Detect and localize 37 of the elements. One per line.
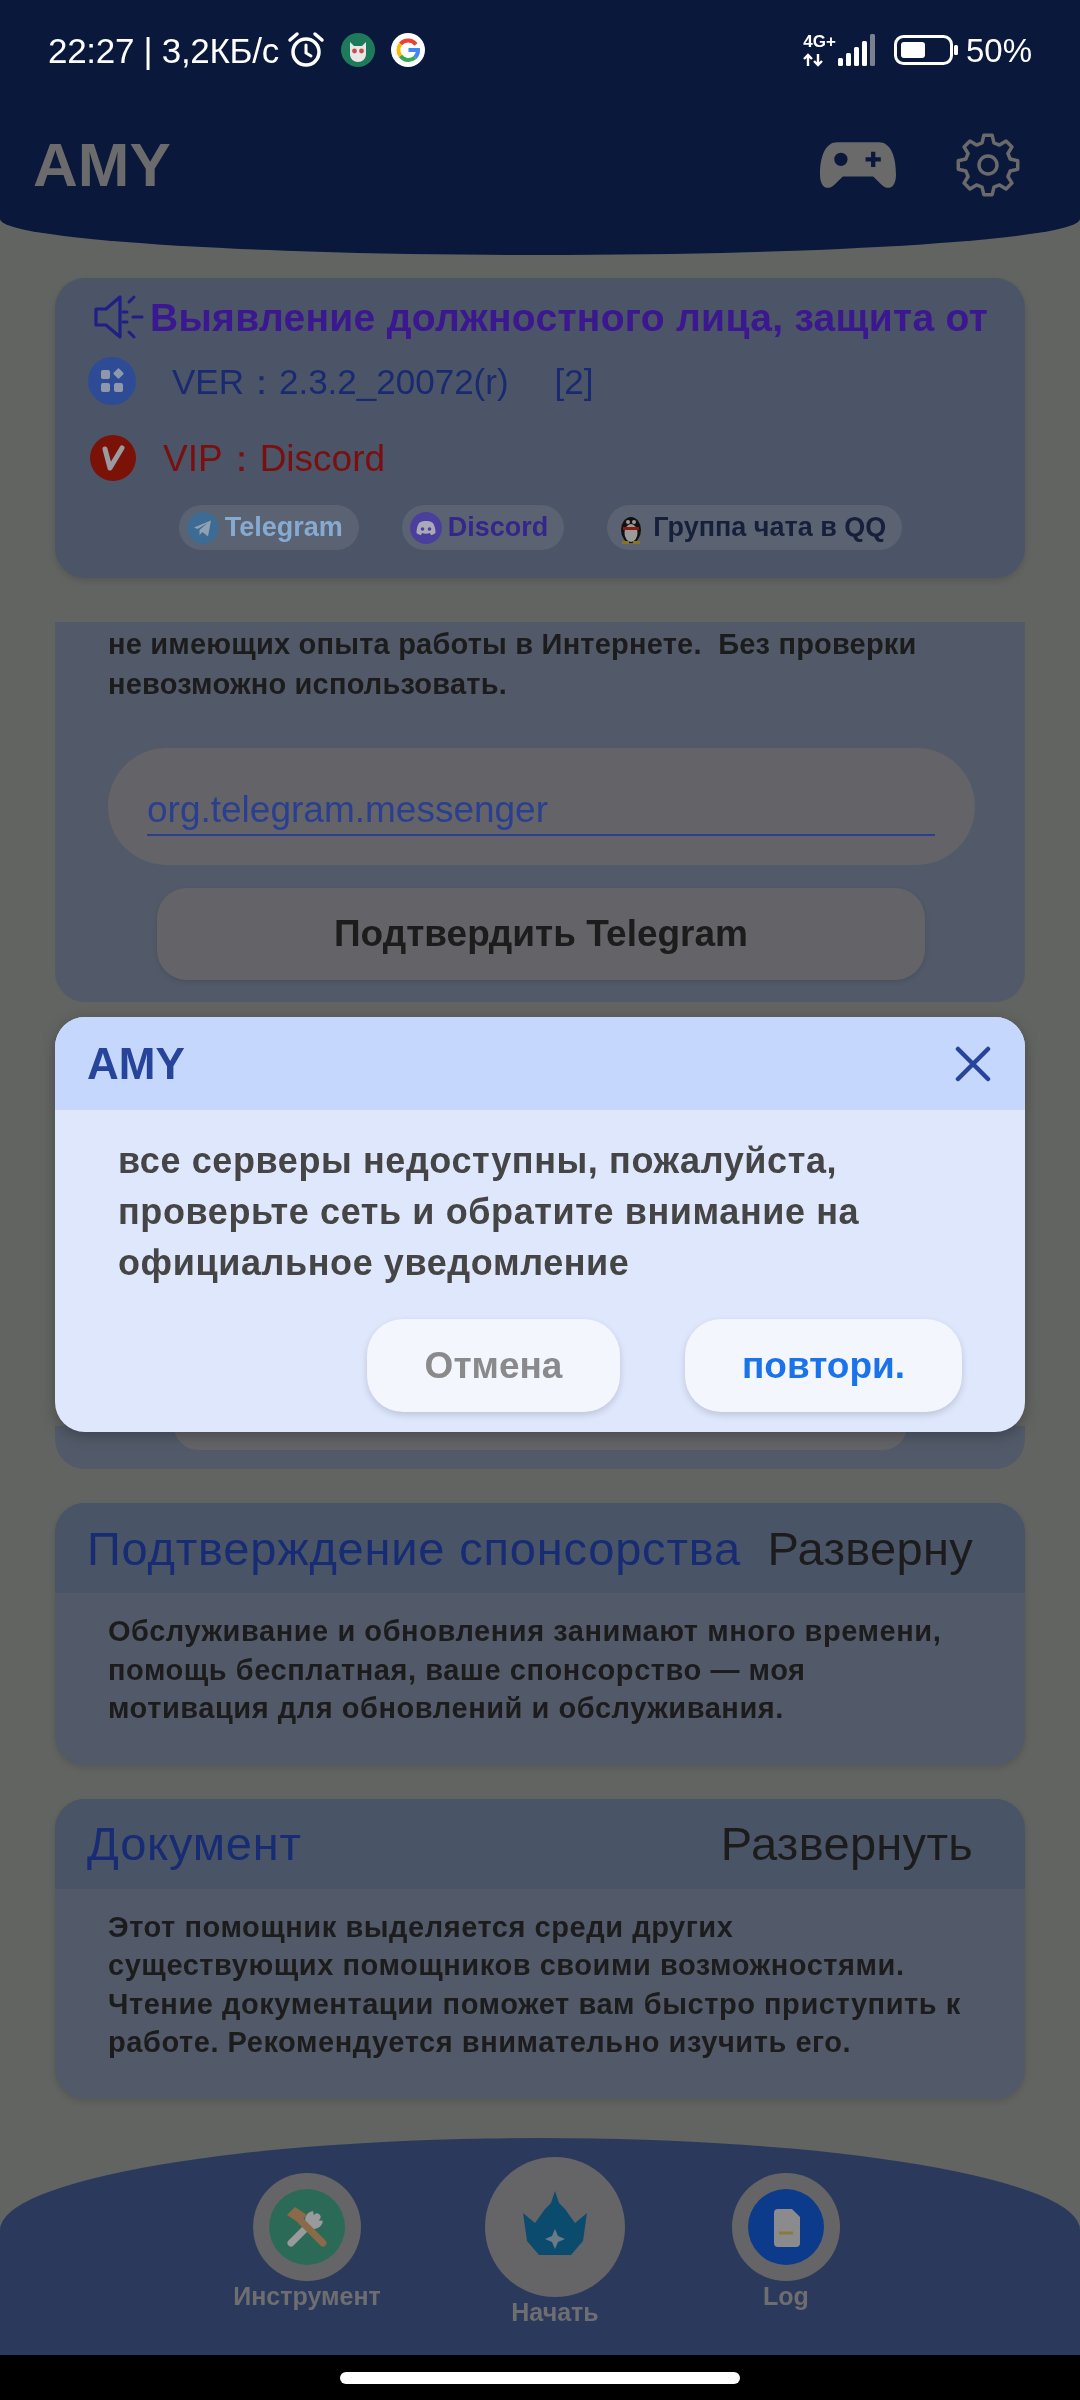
- plane-icon: [186, 511, 219, 544]
- v-badge-icon: [90, 435, 136, 481]
- dialog-title: AMY: [87, 1041, 185, 1086]
- link-chip[interactable]: Telegram: [178, 505, 359, 550]
- dialog-message: все серверы недоступны, пожалуйста, проверьте сеть и обратите внимание на официальное уведомление: [117, 1139, 861, 1285]
- battery-icon: [893, 35, 958, 65]
- nav-item[interactable]: Log: [686, 2138, 886, 2311]
- section-text: Обслуживание и обновления занимают много времени, помощь бесплатная, ваше спонсорство — моя мотивация для обновлений и обслуживания.: [108, 1614, 943, 1726]
- close-icon: [955, 1045, 991, 1082]
- link-chip[interactable]: Группа чата в QQ: [607, 505, 903, 550]
- data-arrows-icon: [803, 53, 826, 67]
- retry-button[interactable]: повтори.: [685, 1319, 962, 1412]
- section-text: Этот помощник выделяется среди других существующих помощников своими возможностями. Чтение документации поможет вам быстро приступить к работе. Рекомендуется внимательно изучить его.: [108, 1909, 962, 2060]
- crown-icon: [485, 2157, 625, 2297]
- battery-text: 50%: [965, 33, 1032, 67]
- marquee-text: Выявление должностного лица, защита от: [150, 297, 989, 337]
- network-type-text: 4G+: [803, 33, 836, 50]
- apps-icon: [88, 357, 136, 405]
- app-title: AMY: [33, 134, 171, 196]
- nav-item[interactable]: Инструмент: [207, 2138, 407, 2311]
- link-chip[interactable]: Discord: [401, 505, 565, 550]
- settings-icon[interactable]: [956, 133, 1020, 197]
- alarm-icon: [286, 31, 325, 69]
- tools-icon: [253, 2173, 361, 2281]
- g-logo-icon: [390, 33, 425, 67]
- home-indicator[interactable]: [340, 2371, 740, 2384]
- face-logo-icon: [409, 511, 442, 544]
- vip-text: VIP：Discord: [163, 439, 386, 477]
- confirm-button[interactable]: Подтвердить Telegram: [157, 888, 925, 980]
- signal-icon: [837, 34, 878, 66]
- description-text: не имеющих опыта работы в Интернете. Без проверки невозможно использовать.: [108, 627, 918, 702]
- document-icon: [732, 2173, 840, 2281]
- nav-item[interactable]: Начать: [475, 2138, 635, 2327]
- status-text: 22:27 | 3,2КБ/с: [48, 32, 279, 68]
- app-badge-icon: [340, 33, 375, 67]
- package-field[interactable]: org.telegram.messenger: [108, 748, 975, 865]
- cancel-button[interactable]: Отмена: [367, 1319, 620, 1412]
